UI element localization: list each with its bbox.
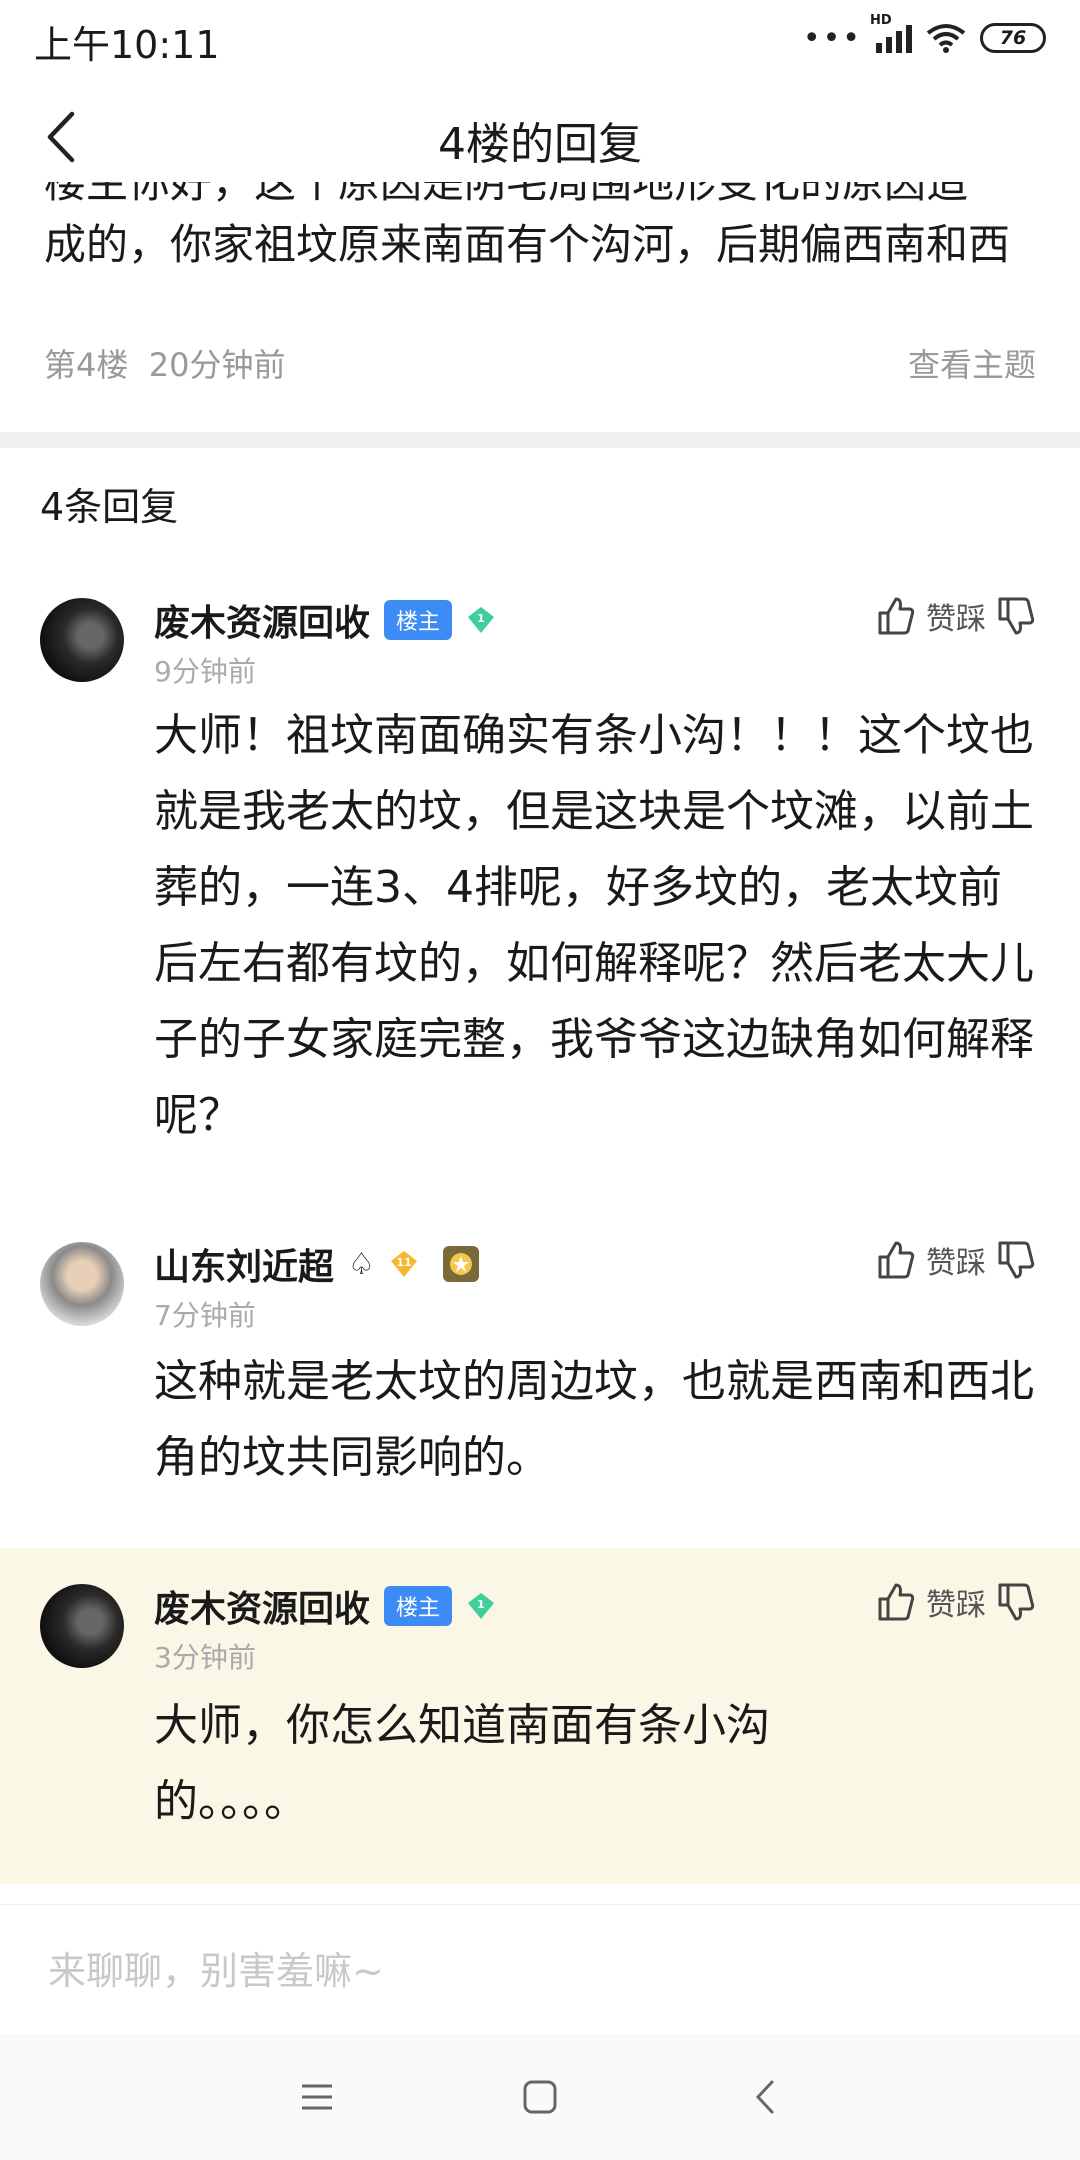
back-triangle-icon xyxy=(755,2080,774,2114)
view-topic-link[interactable]: 查看主题 xyxy=(908,340,1036,386)
thumbs-up-icon[interactable] xyxy=(876,595,916,637)
comment-input-bar xyxy=(0,1904,1080,2034)
original-post: 楼主你好，这个原因是阴宅周围地形变化的原因造 成的，你家祖坟原来南面有个沟河，后… xyxy=(0,182,1080,432)
reply-time: 9分钟前 xyxy=(154,655,256,688)
username[interactable]: 山东刘近超 xyxy=(154,1238,334,1290)
vote-control[interactable]: 赞踩 xyxy=(876,1580,1036,1624)
thumbs-down-icon[interactable] xyxy=(996,1239,1036,1281)
op-badge: 楼主 xyxy=(384,600,453,640)
reply-time: 3分钟前 xyxy=(154,1641,256,1674)
reply-time: 7分钟前 xyxy=(154,1299,256,1332)
status-icons: ••• HD 76 xyxy=(802,13,1046,60)
post-meta: 第4楼 20分钟前 xyxy=(44,340,285,386)
vote-label: 赞踩 xyxy=(926,1588,986,1623)
level-value: 11 xyxy=(396,1256,411,1269)
level-gem-icon: 1 xyxy=(468,607,495,633)
menu-button[interactable] xyxy=(292,2072,342,2122)
reply-content: 这种就是老太坟的周边坟，也就是西南和西北角的坟共同影响的。 xyxy=(154,1356,1034,1483)
post-text-line-2: 成的，你家祖坟原来南面有个沟河，后期偏西南和西 xyxy=(44,220,1011,269)
wifi-icon xyxy=(926,23,966,53)
thumbs-up-icon[interactable] xyxy=(876,1239,916,1281)
reply-content: 大师，你怎么知道南面有条小沟的。。。。 xyxy=(154,1700,770,1827)
post-floor: 第4楼 xyxy=(44,346,129,384)
level-value: 1 xyxy=(477,1598,485,1611)
reply-count: 4条回复 xyxy=(40,485,179,529)
signal-icon: HD xyxy=(870,13,912,53)
page-title: 4楼的回复 xyxy=(438,119,642,170)
section-divider xyxy=(0,432,1080,448)
nav-bar: 4楼的回复 xyxy=(0,92,1080,182)
status-time: 上午10:11 xyxy=(34,23,220,67)
post-time: 20分钟前 xyxy=(148,346,286,384)
thumbs-down-icon[interactable] xyxy=(996,1581,1036,1623)
username[interactable]: 废木资源回收 xyxy=(154,594,370,646)
spade-icon: ♤ xyxy=(348,1246,375,1282)
more-dots-icon: ••• xyxy=(802,20,862,56)
vote-control[interactable]: 赞踩 xyxy=(876,1238,1036,1282)
vote-control[interactable]: 赞踩 xyxy=(876,594,1036,638)
reply-content: 大师！祖坟南面确实有条小沟！！！这个坟也就是我老太的坟，但是这块是个坟滩，以前土… xyxy=(154,710,1034,1141)
reply-item: 山东刘近超 ♤ 11 7分钟前 赞踩 这种就是老太坟的周边坟，也就是西南和西北角… xyxy=(0,1222,1080,1522)
level-value: 1 xyxy=(477,612,485,625)
op-badge: 楼主 xyxy=(384,1586,453,1626)
reply-username-row: 废木资源回收 楼主 1 xyxy=(154,1580,496,1632)
vote-label: 赞踩 xyxy=(926,1246,986,1281)
post-text-line-1: 楼主你好，这个原因是阴宅周围地形变化的原因造 xyxy=(44,182,969,207)
reply-item-highlighted: 废木资源回收 楼主 1 3分钟前 赞踩 大师，你怎么知道南面有条小沟的。。。。 xyxy=(0,1548,1080,1884)
battery-icon: 76 xyxy=(980,23,1046,53)
hd-label: HD xyxy=(870,13,892,28)
system-nav-bar xyxy=(0,2034,1080,2160)
status-bar: 上午10:11 ••• HD 76 xyxy=(0,0,1080,78)
comment-input[interactable] xyxy=(48,1941,1028,2001)
level-gem-icon: 1 xyxy=(468,1593,495,1619)
home-square-icon xyxy=(523,2080,557,2114)
home-button[interactable] xyxy=(515,2072,565,2122)
menu-icon xyxy=(302,2084,332,2110)
level-gem-icon: 11 xyxy=(390,1251,417,1277)
avatar[interactable] xyxy=(40,1242,124,1326)
medal-icon xyxy=(442,1246,479,1282)
avatar[interactable] xyxy=(40,1584,124,1668)
thumbs-up-icon[interactable] xyxy=(876,1581,916,1623)
post-text: 楼主你好，这个原因是阴宅周围地形变化的原因造 成的，你家祖坟原来南面有个沟河，后… xyxy=(44,182,1044,312)
reply-item: 废木资源回收 楼主 1 9分钟前 赞踩 大师！祖坟南面确实有条小沟！！！这个坟也… xyxy=(0,580,1080,1180)
avatar[interactable] xyxy=(40,598,124,682)
reply-username-row: 废木资源回收 楼主 1 xyxy=(154,594,496,646)
reply-username-row: 山东刘近超 ♤ 11 xyxy=(154,1238,479,1290)
system-back-button[interactable] xyxy=(740,2072,790,2122)
thumbs-down-icon[interactable] xyxy=(996,595,1036,637)
vote-label: 赞踩 xyxy=(926,602,986,637)
username[interactable]: 废木资源回收 xyxy=(154,1580,370,1632)
